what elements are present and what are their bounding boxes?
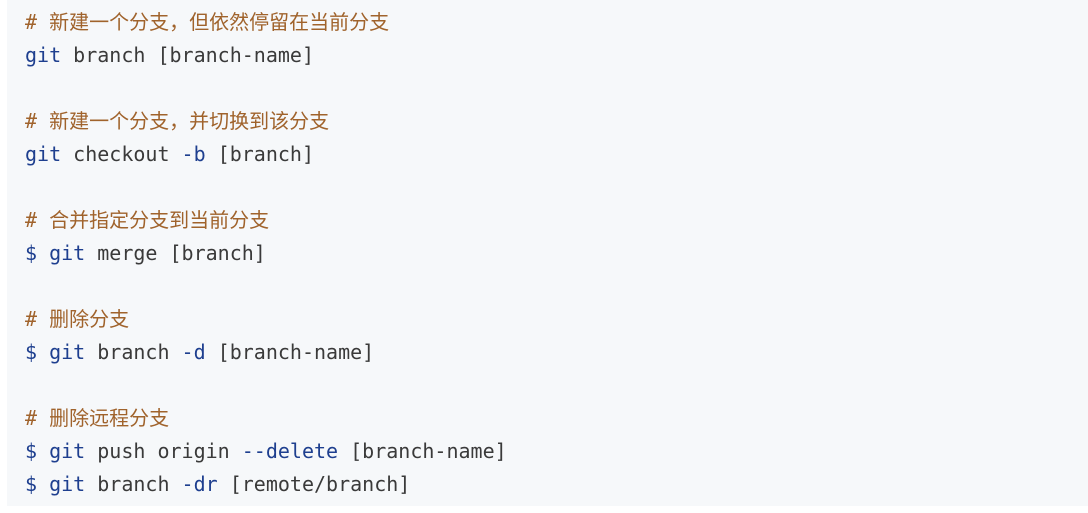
command-args: checkout bbox=[61, 142, 182, 166]
command-args: [branch] bbox=[205, 142, 315, 166]
command-flag: -dr bbox=[181, 472, 218, 496]
code-line-git-merge: $ git merge [branch] bbox=[25, 239, 266, 267]
shell-prompt: $ bbox=[25, 472, 38, 496]
command-args: [remote/branch] bbox=[217, 472, 411, 496]
shell-prompt: $ bbox=[25, 439, 38, 463]
code-line-git-push-delete: $ git push origin --delete [branch-name] bbox=[25, 437, 507, 465]
code-comment: # 删除远程分支 bbox=[25, 406, 170, 430]
code-line-git-branch-delete: $ git branch -d [branch-name] bbox=[25, 338, 374, 366]
command-args: branch [branch-name] bbox=[61, 43, 314, 67]
git-command: git bbox=[49, 340, 86, 364]
command-args: [branch-name] bbox=[338, 439, 507, 463]
command-args: merge [branch] bbox=[85, 241, 266, 265]
command-args: [branch-name] bbox=[205, 340, 375, 364]
code-comment: # 新建一个分支，并切换到该分支 bbox=[25, 109, 330, 133]
code-comment: # 合并指定分支到当前分支 bbox=[25, 208, 270, 232]
code-line-git-branch: git branch [branch-name] bbox=[25, 41, 314, 69]
code-comment: # 删除分支 bbox=[25, 307, 130, 331]
shell-prompt: $ bbox=[25, 340, 38, 364]
shell-prompt: $ bbox=[25, 241, 38, 265]
code-comment: # 新建一个分支，但依然停留在当前分支 bbox=[25, 10, 390, 34]
git-command: git bbox=[25, 43, 62, 67]
code-block: # 新建一个分支，但依然停留在当前分支 git branch [branch-n… bbox=[7, 0, 1088, 506]
command-flag: -b bbox=[181, 142, 206, 166]
code-line-git-branch-dr: $ git branch -dr [remote/branch] bbox=[25, 470, 410, 498]
command-flag: -d bbox=[181, 340, 206, 364]
command-flag: --delete bbox=[241, 439, 339, 463]
code-line-git-checkout: git checkout -b [branch] bbox=[25, 140, 314, 168]
git-command: git bbox=[49, 472, 86, 496]
git-command: git bbox=[49, 439, 86, 463]
git-command: git bbox=[49, 241, 86, 265]
command-args: push origin bbox=[85, 439, 242, 463]
command-args: branch bbox=[85, 472, 182, 496]
git-command: git bbox=[25, 142, 62, 166]
command-args: branch bbox=[85, 340, 182, 364]
